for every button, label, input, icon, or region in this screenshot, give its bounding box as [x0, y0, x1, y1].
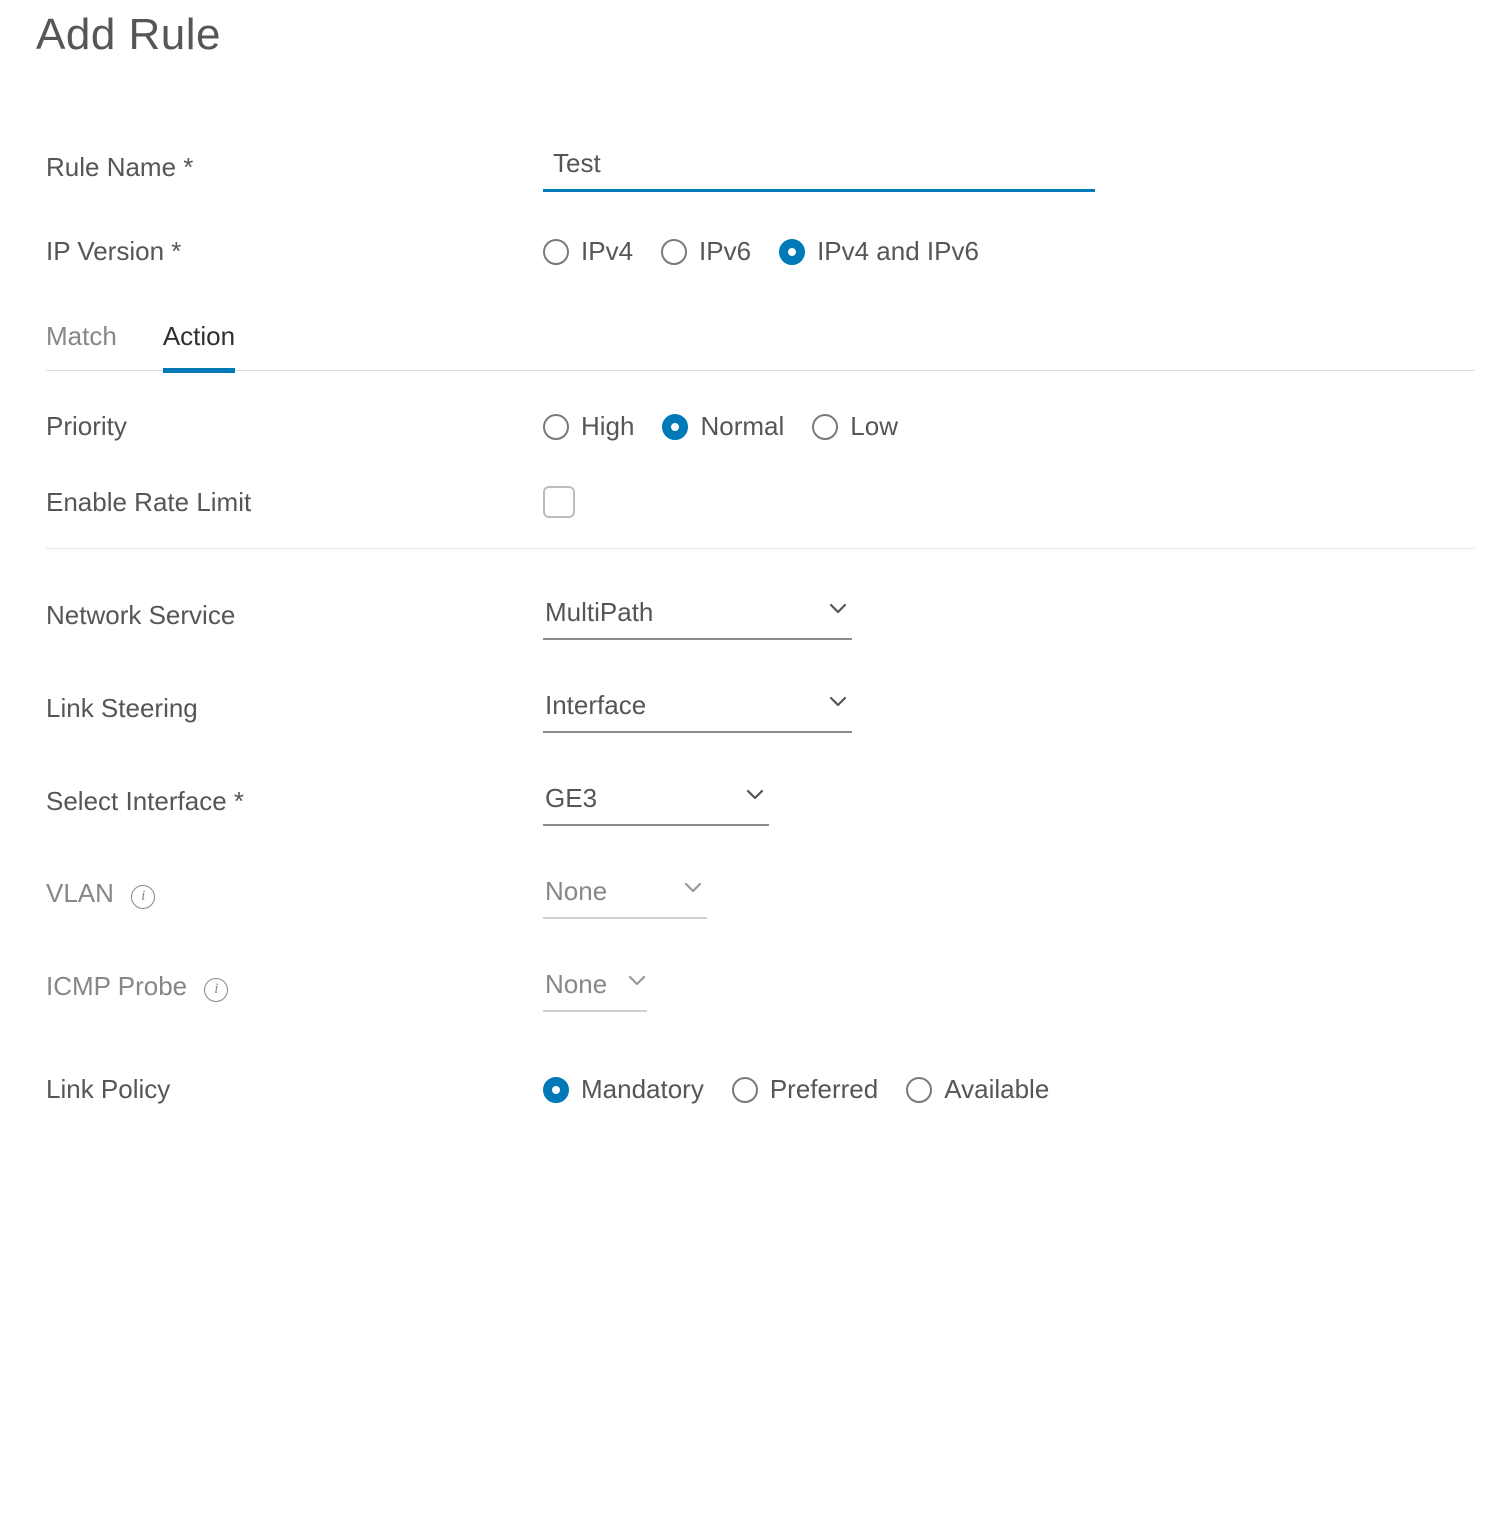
link-steering-label: Link Steering	[46, 693, 543, 724]
page-title: Add Rule	[36, 10, 1475, 60]
ip-version-row: IP Version IPv4 IPv6 IPv4 and IPv6	[36, 214, 1475, 289]
link-policy-available-radio[interactable]: Available	[906, 1074, 1049, 1105]
rule-name-row: Rule Name	[36, 120, 1475, 214]
ip-version-ipv6-radio[interactable]: IPv6	[661, 236, 751, 267]
priority-row: Priority High Normal Low	[36, 371, 1475, 464]
ip-version-ipv6-label: IPv6	[699, 236, 751, 267]
icmp-probe-label-text: ICMP Probe	[46, 971, 187, 1001]
priority-label: Priority	[46, 411, 543, 442]
priority-low-radio[interactable]: Low	[812, 411, 898, 442]
rule-name-input[interactable]	[543, 142, 1095, 192]
ip-version-both-radio[interactable]: IPv4 and IPv6	[779, 236, 979, 267]
icmp-probe-row: ICMP Probe i None	[36, 941, 1475, 1034]
enable-rate-limit-label: Enable Rate Limit	[46, 487, 543, 518]
tabs: Match Action	[46, 311, 1475, 371]
network-service-row: Network Service MultiPath	[36, 557, 1475, 662]
vlan-value: None	[545, 876, 663, 907]
icmp-probe-label: ICMP Probe i	[46, 971, 543, 1004]
link-steering-select[interactable]: Interface	[543, 684, 852, 733]
chevron-down-icon	[743, 783, 767, 814]
rule-name-label: Rule Name	[46, 152, 543, 183]
select-interface-value: GE3	[545, 783, 725, 814]
select-interface-label: Select Interface	[46, 786, 543, 817]
icmp-probe-value: None	[545, 969, 607, 1000]
network-service-label: Network Service	[46, 600, 543, 631]
ip-version-ipv4-radio[interactable]: IPv4	[543, 236, 633, 267]
link-steering-row: Link Steering Interface	[36, 662, 1475, 755]
radio-icon	[543, 1077, 569, 1103]
radio-icon	[662, 414, 688, 440]
link-policy-mandatory-radio[interactable]: Mandatory	[543, 1074, 704, 1105]
chevron-down-icon	[826, 597, 850, 628]
link-steering-value: Interface	[545, 690, 808, 721]
add-rule-dialog: Add Rule Rule Name IP Version IPv4 IPv6 …	[0, 0, 1511, 1528]
info-icon[interactable]: i	[204, 978, 228, 1002]
link-policy-label: Link Policy	[46, 1074, 543, 1105]
vlan-label: VLAN i	[46, 878, 543, 911]
ip-version-both-label: IPv4 and IPv6	[817, 236, 979, 267]
link-policy-row: Link Policy Mandatory Preferred Availabl…	[36, 1034, 1475, 1127]
priority-normal-radio[interactable]: Normal	[662, 411, 784, 442]
link-policy-preferred-radio[interactable]: Preferred	[732, 1074, 878, 1105]
radio-icon	[543, 414, 569, 440]
link-policy-preferred-label: Preferred	[770, 1074, 878, 1105]
radio-icon	[661, 239, 687, 265]
priority-low-label: Low	[850, 411, 898, 442]
link-policy-available-label: Available	[944, 1074, 1049, 1105]
section-divider	[46, 548, 1475, 549]
ip-version-ipv4-label: IPv4	[581, 236, 633, 267]
icmp-probe-select: None	[543, 963, 647, 1012]
network-service-value: MultiPath	[545, 597, 808, 628]
chevron-down-icon	[826, 690, 850, 721]
select-interface-row: Select Interface GE3	[36, 755, 1475, 848]
ip-version-label: IP Version	[46, 236, 543, 267]
radio-icon	[906, 1077, 932, 1103]
radio-icon	[732, 1077, 758, 1103]
chevron-down-icon	[625, 969, 649, 1000]
vlan-row: VLAN i None	[36, 848, 1475, 941]
tab-match[interactable]: Match	[46, 311, 117, 373]
select-interface-select[interactable]: GE3	[543, 777, 769, 826]
info-icon[interactable]: i	[131, 885, 155, 909]
radio-icon	[543, 239, 569, 265]
enable-rate-limit-checkbox[interactable]	[543, 486, 575, 518]
enable-rate-limit-row: Enable Rate Limit	[36, 464, 1475, 540]
network-service-select[interactable]: MultiPath	[543, 591, 852, 640]
radio-icon	[812, 414, 838, 440]
priority-high-radio[interactable]: High	[543, 411, 634, 442]
priority-normal-label: Normal	[700, 411, 784, 442]
chevron-down-icon	[681, 876, 705, 907]
link-policy-mandatory-label: Mandatory	[581, 1074, 704, 1105]
vlan-select: None	[543, 870, 707, 919]
priority-high-label: High	[581, 411, 634, 442]
radio-icon	[779, 239, 805, 265]
tab-action[interactable]: Action	[163, 311, 235, 373]
vlan-label-text: VLAN	[46, 878, 114, 908]
